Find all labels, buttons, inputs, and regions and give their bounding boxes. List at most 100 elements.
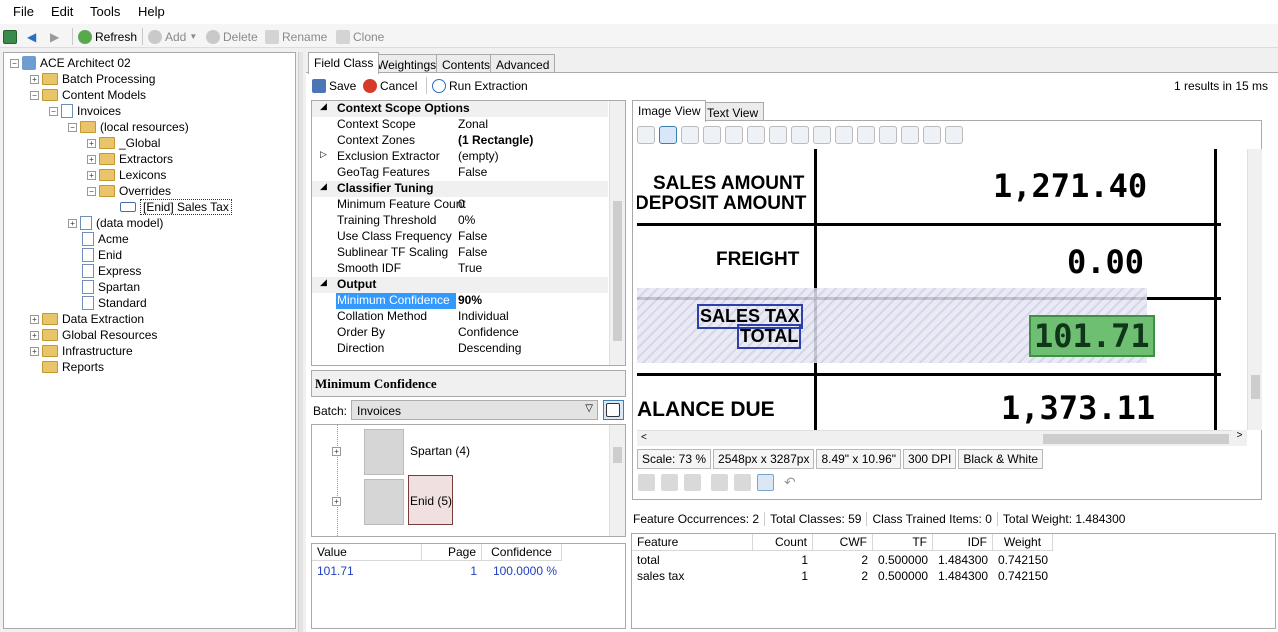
- results-grid[interactable]: Value Page Confidence 101.71 1 100.0000 …: [311, 543, 626, 629]
- cancel-button[interactable]: Cancel: [363, 77, 417, 94]
- batch-options-button[interactable]: [603, 400, 624, 420]
- col-header-value[interactable]: Value: [312, 544, 422, 561]
- prop-context-zones[interactable]: Context Zones (1 Rectangle): [312, 133, 608, 149]
- run-extraction-button[interactable]: Run Extraction: [432, 77, 528, 94]
- prop-min-feature-count[interactable]: Minimum Feature Count 0: [312, 197, 608, 213]
- prop-value[interactable]: (empty): [458, 149, 499, 165]
- tab-contents[interactable]: Contents: [436, 54, 497, 74]
- prop-value[interactable]: 0%: [458, 213, 475, 229]
- col-header-weight[interactable]: Weight: [993, 534, 1053, 551]
- prop-value[interactable]: Individual: [458, 309, 509, 325]
- col-header-page[interactable]: Page: [422, 544, 482, 561]
- col-header-confidence[interactable]: Confidence: [482, 544, 562, 561]
- category-output[interactable]: ◢ Output: [312, 277, 608, 293]
- zoom-out-icon[interactable]: [769, 126, 787, 144]
- refresh-button[interactable]: Refresh: [78, 28, 137, 45]
- prop-value[interactable]: False: [458, 165, 487, 181]
- text-block-icon[interactable]: [711, 474, 728, 491]
- panel-splitter[interactable]: [298, 52, 303, 632]
- prop-exclusion-extractor[interactable]: ▷ Exclusion Extractor (empty): [312, 149, 608, 165]
- tools-icon[interactable]: [945, 126, 963, 144]
- col-header-count[interactable]: Count: [753, 534, 813, 551]
- tree-node-acme[interactable]: Acme: [82, 231, 129, 247]
- tab-text-view[interactable]: Text View: [701, 102, 765, 122]
- prop-geotag-features[interactable]: GeoTag Features False: [312, 165, 608, 181]
- doc-amount-highlighted[interactable]: 101.71: [1029, 315, 1155, 357]
- tree-node-enid-sales-tax[interactable]: [Enid] Sales Tax: [120, 199, 232, 215]
- batch-list-scrollbar[interactable]: [609, 425, 625, 536]
- tab-field-class[interactable]: Field Class: [308, 52, 380, 74]
- prop-value[interactable]: False: [458, 229, 487, 245]
- forward-button[interactable]: ▶: [50, 28, 59, 45]
- tree-node-overrides[interactable]: − Overrides: [87, 183, 171, 199]
- tab-image-view[interactable]: Image View: [632, 100, 707, 122]
- prop-value[interactable]: Descending: [458, 341, 521, 357]
- category-classifier-tuning[interactable]: ◢ Classifier Tuning: [312, 181, 608, 197]
- prop-value[interactable]: Confidence: [458, 325, 519, 341]
- tree-node-local-resources[interactable]: − (local resources): [68, 119, 189, 135]
- tree-node-infrastructure[interactable]: + Infrastructure: [30, 343, 133, 359]
- tree-node-express[interactable]: Express: [82, 263, 141, 279]
- prop-smooth-idf[interactable]: Smooth IDF True: [312, 261, 608, 277]
- prop-value[interactable]: Zonal: [458, 117, 488, 133]
- tree-node-content-models[interactable]: − Content Models: [30, 87, 146, 103]
- tree-node-standard[interactable]: Standard: [82, 295, 147, 311]
- zoom-actual-icon[interactable]: [791, 126, 809, 144]
- scrollbar-thumb[interactable]: [613, 447, 622, 463]
- save-button[interactable]: Save: [312, 77, 356, 94]
- project-tree[interactable]: − ACE Architect 02 + Batch Processing − Con…: [3, 52, 296, 629]
- clone-button[interactable]: Clone: [336, 28, 384, 45]
- pointer-icon[interactable]: [637, 126, 655, 144]
- prop-use-class-frequency[interactable]: Use Class Frequency False: [312, 229, 608, 245]
- prop-value[interactable]: 90%: [458, 293, 482, 309]
- image-horizontal-scrollbar[interactable]: <: [637, 430, 1247, 446]
- tree-node-spartan[interactable]: Spartan: [82, 279, 140, 295]
- batch-item-spartan[interactable]: Spartan (4): [410, 444, 470, 458]
- magnifier-icon[interactable]: [725, 126, 743, 144]
- prop-value[interactable]: (1 Rectangle): [458, 133, 533, 149]
- prop-training-threshold[interactable]: Training Threshold 0%: [312, 213, 608, 229]
- draw-zone-icon[interactable]: [638, 474, 655, 491]
- tab-advanced[interactable]: Advanced: [490, 54, 556, 74]
- tree-node-lexicons[interactable]: + Lexicons: [87, 167, 166, 183]
- prop-collation-method[interactable]: Collation Method Individual: [312, 309, 608, 325]
- sync-icon[interactable]: [757, 474, 774, 491]
- doc-label-total[interactable]: TOTAL: [737, 324, 802, 349]
- undo-icon[interactable]: ↶: [784, 474, 796, 491]
- zoom-in-icon[interactable]: [747, 126, 765, 144]
- tree-node-root[interactable]: − ACE Architect 02: [10, 55, 131, 71]
- property-grid[interactable]: ◢ Context Scope Options Context Scope Zona…: [311, 100, 626, 366]
- prop-value[interactable]: True: [458, 261, 482, 277]
- scroll-right-icon[interactable]: >: [1232, 430, 1247, 446]
- menu-edit[interactable]: Edit: [51, 4, 73, 19]
- scrollbar-thumb[interactable]: [613, 201, 622, 341]
- tree-node-data-model[interactable]: + (data model): [68, 215, 163, 231]
- zone-select-icon[interactable]: [681, 126, 699, 144]
- property-grid-scrollbar[interactable]: [609, 101, 625, 365]
- batch-document-list[interactable]: + Spartan (4) + Enid (5): [311, 424, 626, 537]
- print-icon[interactable]: [901, 126, 919, 144]
- tree-node-extractors[interactable]: + Extractors: [87, 151, 173, 167]
- rotate-left-icon[interactable]: [857, 126, 875, 144]
- prop-value[interactable]: False: [458, 245, 487, 261]
- tree-node-global-resources[interactable]: + Global Resources: [30, 327, 157, 343]
- batch-item-enid[interactable]: Enid (5): [410, 494, 452, 508]
- feature-grid[interactable]: Feature Count CWF TF IDF Weight total 1 …: [631, 533, 1276, 629]
- scrollbar-thumb[interactable]: [1251, 375, 1260, 399]
- crop-icon[interactable]: [734, 474, 751, 491]
- document-image[interactable]: SALES AMOUNT DEPOSIT AMOUNT 1,271.40 FRE…: [637, 149, 1247, 430]
- zoom-fit-icon[interactable]: [813, 126, 831, 144]
- pan-hand-icon[interactable]: [659, 126, 677, 144]
- menu-help[interactable]: Help: [138, 4, 165, 19]
- tree-node-global[interactable]: + _Global: [87, 135, 160, 151]
- batch-select[interactable]: Invoices ▽: [351, 400, 598, 420]
- col-header-tf[interactable]: TF: [873, 534, 933, 551]
- tab-weightings[interactable]: Weightings: [371, 54, 443, 74]
- zoom-rect-icon[interactable]: [703, 126, 721, 144]
- scroll-left-icon[interactable]: <: [641, 432, 647, 443]
- edit-zone-icon[interactable]: [661, 474, 678, 491]
- tree-node-enid[interactable]: Enid: [82, 247, 122, 263]
- tree-node-reports[interactable]: Reports: [42, 359, 104, 375]
- col-header-idf[interactable]: IDF: [933, 534, 993, 551]
- category-context-scope[interactable]: ◢ Context Scope Options: [312, 101, 608, 117]
